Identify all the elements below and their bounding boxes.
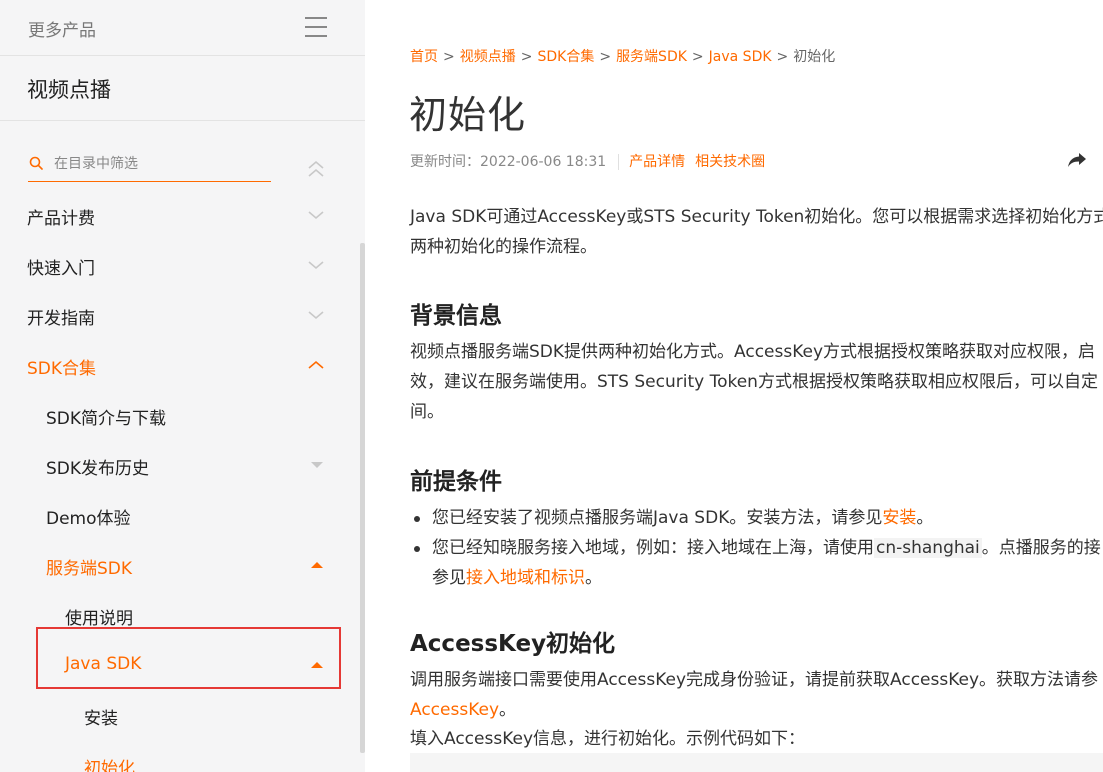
nav-item-dev-guide[interactable]: 开发指南: [0, 295, 355, 335]
bullet-dot: [414, 546, 420, 552]
intro-line-1: Java SDK可通过AccessKey或STS Security Token初…: [410, 207, 1103, 227]
nav-item-sdk-collection[interactable]: SDK合集: [0, 345, 355, 385]
nav-item-label: Demo体验: [46, 509, 131, 529]
list-item: 您已经安装了视频点播服务端Java SDK。安装方法，请参见安装。: [410, 503, 1101, 533]
highlight-box: [36, 627, 341, 689]
nav-item-label: SDK简介与下载: [46, 409, 167, 429]
nav-item-label: SDK合集: [27, 359, 97, 379]
page-title: 初始化: [409, 93, 527, 137]
nav-item-label: 初始化: [84, 759, 135, 772]
chevron-down-icon: [308, 211, 324, 220]
accesskey-line-2: AccessKey。: [410, 700, 517, 720]
breadcrumb-sdk-collection[interactable]: SDK合集: [537, 49, 594, 65]
share-icon[interactable]: [1067, 152, 1087, 168]
nav-item-demo[interactable]: Demo体验: [0, 495, 355, 535]
nav-item-label: 快速入门: [27, 259, 95, 279]
prerequisites-list: 您已经安装了视频点播服务端Java SDK。安装方法，请参见安装。 您已经知晓服…: [410, 503, 1101, 593]
intro-line-2: 两种初始化的操作流程。: [410, 237, 597, 257]
nav-item-label: SDK发布历史: [46, 459, 150, 479]
nav-item-label: 开发指南: [27, 309, 95, 329]
search-icon: [29, 156, 43, 170]
nav-item-install[interactable]: 安装: [0, 695, 355, 735]
menu-icon[interactable]: [305, 17, 327, 37]
prerequisites-heading: 前提条件: [410, 469, 502, 495]
chevron-down-icon: [308, 311, 324, 320]
more-products-bar[interactable]: 更多产品: [0, 0, 365, 56]
product-title: 视频点播: [27, 78, 111, 102]
list-item-continuation: 参见接入地域和标识。: [432, 568, 602, 588]
nav-item-init[interactable]: 初始化: [0, 745, 355, 772]
nav-item-label: 服务端SDK: [46, 559, 133, 579]
directory-filter: [28, 150, 271, 182]
nav-item-label: 安装: [84, 709, 118, 729]
nav-item-server-sdk[interactable]: 服务端SDK: [0, 545, 355, 585]
breadcrumb-java-sdk[interactable]: Java SDK: [709, 49, 772, 65]
nav-item-label: 产品计费: [27, 209, 95, 229]
nav-item-billing[interactable]: 产品计费: [0, 195, 355, 235]
background-heading: 背景信息: [410, 303, 502, 329]
meta-divider: [618, 154, 620, 170]
collapse-all-icon[interactable]: [306, 158, 326, 180]
nav-item-quickstart[interactable]: 快速入门: [0, 245, 355, 285]
breadcrumb: 首页 > 视频点播 > SDK合集 > 服务端SDK > Java SDK > 初始化: [410, 49, 836, 65]
breadcrumb-current: 初始化: [793, 49, 836, 65]
nav-item-sdk-intro[interactable]: SDK简介与下载: [0, 395, 355, 435]
tech-circle-link[interactable]: 相关技术圈: [695, 154, 765, 170]
more-products-label: 更多产品: [28, 21, 96, 41]
update-time: 更新时间：2022-06-06 18:31: [410, 154, 607, 170]
accesskey-line-1: 调用服务端接口需要使用AccessKey完成身份验证，请提前获取AccessKe…: [410, 670, 1099, 690]
sidebar: 更多产品 视频点播 产品计费 快速入门 开发指南 SDK合集 SDK简介与下载 …: [0, 0, 365, 772]
background-line-2: 效，建议在服务端使用。STS Security Token方式根据授权策略获取相…: [410, 372, 1098, 392]
chevron-up-icon: [308, 360, 324, 369]
main-content: 首页 > 视频点播 > SDK合集 > 服务端SDK > Java SDK > 初始化 初始化 更新…: [365, 0, 1103, 772]
accesskey-link[interactable]: AccessKey: [410, 700, 499, 720]
triangle-down-icon: [311, 462, 323, 468]
nav-item-label: 使用说明: [65, 609, 133, 629]
directory-filter-input[interactable]: [54, 153, 264, 175]
product-detail-link[interactable]: 产品详情: [629, 154, 685, 170]
list-item: 您已经知晓服务接入地域，例如：接入地域在上海，请使用 cn-shanghai 。点播…: [410, 533, 1101, 563]
nav-item-sdk-history[interactable]: SDK发布历史: [0, 445, 355, 485]
breadcrumb-home[interactable]: 首页: [410, 49, 438, 65]
breadcrumb-vod[interactable]: 视频点播: [460, 49, 516, 65]
accesskey-line-3: 填入AccessKey信息，进行初始化。示例代码如下：: [410, 729, 806, 749]
region-link[interactable]: 接入地域和标识: [466, 568, 585, 588]
bullet-dot: [414, 516, 420, 522]
code-block: [410, 753, 1103, 772]
background-line-3: 间。: [410, 402, 444, 422]
triangle-up-icon: [311, 562, 323, 568]
background-line-1: 视频点播服务端SDK提供两种初始化方式。AccessKey方式根据授权策略获取对…: [410, 342, 1096, 362]
chevron-down-icon: [308, 261, 324, 270]
install-link[interactable]: 安装: [882, 508, 916, 528]
inline-code: cn-shanghai: [874, 538, 982, 558]
accesskey-heading: AccessKey初始化: [410, 631, 616, 657]
article-meta: 更新时间：2022-06-06 18:31 产品详情 相关技术圈: [410, 151, 775, 171]
breadcrumb-server-sdk[interactable]: 服务端SDK: [616, 49, 687, 65]
